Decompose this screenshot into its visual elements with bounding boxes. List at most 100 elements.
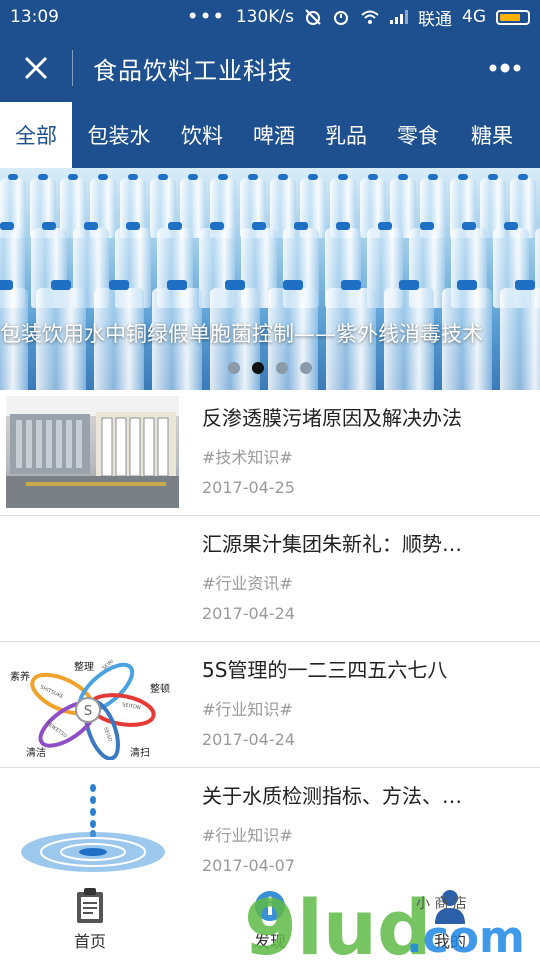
bottle-cap <box>217 174 229 180</box>
bottle-cap <box>377 222 393 230</box>
bottle-cap <box>293 222 309 230</box>
bottle-cap <box>187 174 199 180</box>
header-divider <box>72 50 73 86</box>
water-drop-image <box>6 774 179 878</box>
list-item[interactable]: 汇源果汁集团朱新礼：顺势… #行业资讯# 2017-04-24 <box>0 516 540 642</box>
more-dots-icon <box>489 63 521 73</box>
signal-icon <box>390 10 408 24</box>
article-thumbnail <box>6 396 179 508</box>
article-title: 汇源果汁集团朱新礼：顺势… <box>202 532 462 556</box>
article-date: 2017-04-24 <box>202 604 295 623</box>
bottle-cap <box>7 174 19 180</box>
nav-label: 发现 <box>253 932 286 951</box>
bottle-cap <box>341 280 361 290</box>
diagram-ring-text: SEITON <box>122 702 142 711</box>
bottle-cap <box>307 174 319 180</box>
nav-home[interactable]: 首页 <box>0 880 180 960</box>
bottle-cap <box>283 280 303 290</box>
article-title: 关于水质检测指标、方法、… <box>202 784 462 808</box>
diagram-label: 素养 <box>10 670 30 683</box>
tab-snacks[interactable]: 零食 <box>382 102 454 168</box>
bottle-cap <box>457 280 477 290</box>
banner-title[interactable]: 包装饮用水中铜绿假单胞菌控制——紫外线消毒技术 <box>0 318 540 350</box>
bottle-cap <box>167 280 187 290</box>
diagram-label: 整理 <box>74 660 94 673</box>
banner-carousel[interactable] <box>0 168 540 390</box>
diagram-label: 清洁 <box>26 746 46 759</box>
bottle-cap <box>517 174 529 180</box>
bottle-cap <box>399 280 419 290</box>
article-tag[interactable]: #技术知识# <box>202 444 293 468</box>
bottle-cap <box>461 222 477 230</box>
bottle-cap <box>67 174 79 180</box>
close-button[interactable] <box>0 34 72 102</box>
bottle-cap <box>277 174 289 180</box>
bottle-cap <box>247 174 259 180</box>
tab-all[interactable]: 全部 <box>0 102 72 168</box>
diagram-ring-text: SEISO <box>102 727 113 743</box>
ro-equipment-image <box>6 396 179 508</box>
bottle-cap <box>515 280 535 290</box>
tab-dairy[interactable]: 乳品 <box>310 102 382 168</box>
list-item[interactable]: 关于水质检测指标、方法、… #行业知识# 2017-04-07 <box>0 768 540 880</box>
bottle-cap <box>251 222 267 230</box>
nav-discover[interactable]: 发现 <box>180 880 360 960</box>
network-speed: 130K/s <box>235 7 294 27</box>
tab-bottled-water[interactable]: 包装水 <box>72 102 166 168</box>
bottle-cap <box>37 174 49 180</box>
info-icon <box>253 886 287 926</box>
list-item[interactable]: S 素养 整理 整顿 清扫 清洁 SHITSUKE SEIRI SEITON S… <box>0 642 540 768</box>
pager-dot[interactable] <box>276 362 288 374</box>
bottle-cap <box>0 222 15 230</box>
bottle-cap <box>397 174 409 180</box>
tab-candy[interactable]: 糖果 <box>454 102 530 168</box>
bottle-cap <box>503 222 519 230</box>
bottle-cap <box>457 174 469 180</box>
article-date: 2017-04-25 <box>202 478 295 497</box>
bottle-cap <box>51 280 71 290</box>
bottle-cap <box>419 222 435 230</box>
alarm-icon <box>334 11 348 25</box>
close-icon <box>24 56 48 80</box>
diagram-label: 清扫 <box>130 746 150 759</box>
pager-dot-active[interactable] <box>252 362 264 374</box>
diagram-ring-text: SEIKETSU <box>45 721 68 740</box>
article-tag[interactable]: #行业知识# <box>202 696 293 720</box>
bottle-cap <box>337 174 349 180</box>
bottle-cap <box>109 280 129 290</box>
nav-label: 首页 <box>73 932 106 951</box>
article-date: 2017-04-24 <box>202 730 295 749</box>
article-tag[interactable]: #行业知识# <box>202 822 293 846</box>
pager-dot[interactable] <box>228 362 240 374</box>
article-title: 5S管理的一二三四五六七八 <box>202 658 448 682</box>
carousel-pager <box>0 362 540 374</box>
status-right: ••• 130K/s 联通 4G <box>187 5 530 30</box>
article-date: 2017-04-07 <box>202 856 295 875</box>
category-tabs: 全部 包装水 饮料 啤酒 乳品 零食 糖果 <box>0 102 540 168</box>
bottle-cap <box>97 174 109 180</box>
list-item[interactable]: 反渗透膜污堵原因及解决办法 #技术知识# 2017-04-25 <box>0 390 540 516</box>
bottle-cap <box>487 174 499 180</box>
bottle-cap <box>157 174 169 180</box>
nav-me[interactable]: 我的 <box>360 880 540 960</box>
bottle-cap <box>335 222 351 230</box>
page-title: 食品饮料工业科技 <box>93 56 293 85</box>
article-thumbnail <box>6 774 179 878</box>
status-dots: ••• <box>187 7 226 27</box>
article-title: 反渗透膜污堵原因及解决办法 <box>202 406 462 430</box>
more-button[interactable] <box>470 34 540 102</box>
bottle-cap <box>41 222 57 230</box>
bottle-cap <box>0 280 13 290</box>
wifi-icon <box>361 10 379 24</box>
article-tag[interactable]: #行业资讯# <box>202 570 293 594</box>
network-type: 4G <box>462 7 486 27</box>
clipboard-icon <box>73 886 107 926</box>
tab-beverage[interactable]: 饮料 <box>166 102 238 168</box>
nav-label: 我的 <box>433 932 466 951</box>
bottle-cap <box>167 222 183 230</box>
diagram-center-label: S <box>84 704 92 719</box>
bottle-cap <box>367 174 379 180</box>
tab-beer[interactable]: 啤酒 <box>238 102 310 168</box>
bottle-cap <box>127 174 139 180</box>
pager-dot[interactable] <box>300 362 312 374</box>
